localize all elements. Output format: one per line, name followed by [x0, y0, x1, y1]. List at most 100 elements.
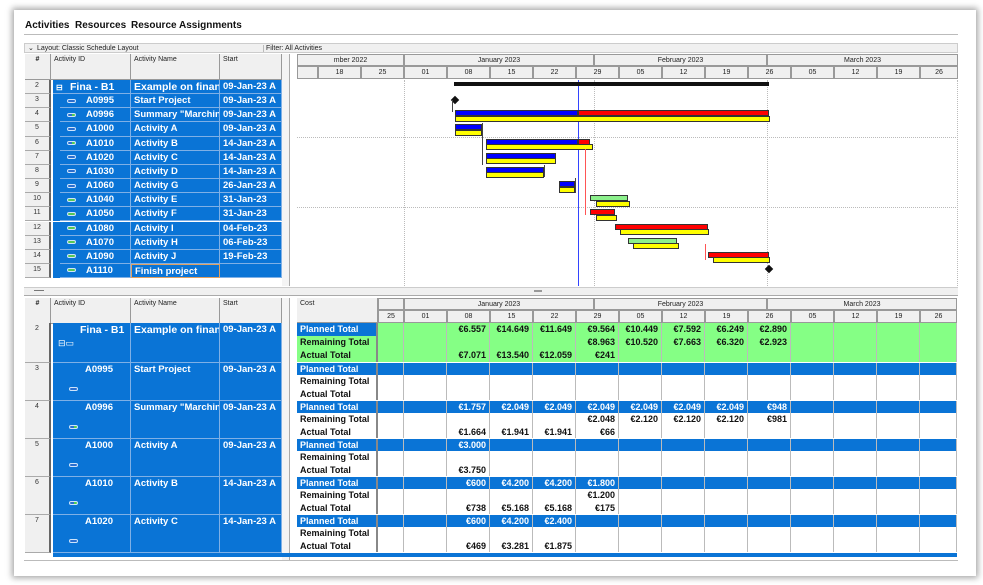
start-date-cell[interactable]: 19-Feb-23	[220, 249, 282, 264]
table-row[interactable]: A1020 Activity C 14-Jan-23 A	[53, 514, 282, 553]
activity-name-cell[interactable]: Activity B	[131, 476, 220, 515]
gantt-bar[interactable]	[486, 172, 544, 179]
table-row[interactable]: A1020 Activity C 14-Jan-23 A	[53, 150, 282, 165]
activity-name-cell[interactable]: Summary "Marching	[131, 400, 220, 439]
table-row[interactable]: A1010 Activity B 14-Jan-23 A	[53, 136, 282, 151]
start-date-cell[interactable]: 09-Jan-23 A	[220, 94, 282, 109]
start-date-cell[interactable]: 31-Jan-23	[220, 193, 282, 208]
table-row[interactable]: A1060 Activity G 26-Jan-23 A	[53, 179, 282, 194]
gantt-bar[interactable]	[620, 229, 709, 235]
vertical-scrollbar[interactable]	[282, 298, 290, 560]
activity-id-cell[interactable]: A1090	[60, 249, 131, 264]
start-date-cell[interactable]: 14-Jan-23 A	[220, 476, 282, 515]
layout-label[interactable]: Layout: Classic Schedule Layout	[37, 45, 139, 52]
splitter-handle-icon[interactable]	[34, 290, 44, 291]
table-row[interactable]: A0995 Start Project 09-Jan-23 A	[53, 362, 282, 401]
table-row[interactable]: A1030 Activity D 14-Jan-23 A	[53, 164, 282, 180]
activity-id-cell[interactable]: A1110	[60, 263, 131, 279]
column-header-start[interactable]: Start	[220, 298, 282, 324]
gantt-bar[interactable]	[455, 115, 770, 122]
activity-id-cell[interactable]: ⊟ Fina - B1	[53, 80, 131, 95]
activity-name-cell[interactable]: Summary "Marching	[131, 108, 220, 123]
filter-label[interactable]: Filter: All Activities	[263, 45, 322, 52]
column-header-cost[interactable]: Cost	[297, 298, 378, 323]
activity-id-cell[interactable]: A1020	[60, 514, 131, 553]
start-date-cell[interactable]: 09-Jan-23 A	[220, 108, 282, 123]
column-header-start[interactable]: Start	[220, 54, 282, 80]
activity-id-cell[interactable]: A1070	[60, 235, 131, 250]
activity-id-cell[interactable]: A1040	[60, 193, 131, 208]
activity-id-cell[interactable]: A1080	[60, 221, 131, 236]
start-date-cell[interactable]	[220, 263, 282, 279]
activity-id-cell[interactable]: A1050	[60, 207, 131, 222]
start-date-cell[interactable]: 09-Jan-23 A	[220, 438, 282, 477]
activity-name-cell[interactable]: Activity A	[131, 438, 220, 477]
table-row[interactable]: A1000 Activity A 09-Jan-23 A	[53, 438, 282, 477]
gantt-bar[interactable]	[486, 158, 556, 165]
start-date-cell[interactable]: 14-Jan-23 A	[220, 136, 282, 151]
start-date-cell[interactable]: 09-Jan-23 A	[220, 80, 282, 95]
tab-resources[interactable]: Resources	[75, 20, 126, 31]
activity-name-cell[interactable]: Finish project	[131, 263, 220, 279]
activity-id-cell[interactable]: A1010	[60, 476, 131, 515]
chevron-down-icon[interactable]: ⌄	[28, 44, 34, 52]
activity-id-cell[interactable]: A1000	[60, 122, 131, 137]
activity-name-cell[interactable]: Activity D	[131, 164, 220, 180]
summary-bar[interactable]	[454, 82, 769, 86]
splitter-handle-icon[interactable]	[534, 290, 542, 292]
table-row[interactable]: A1110 Finish project	[53, 263, 282, 279]
pane-splitter[interactable]	[24, 287, 958, 296]
activity-id-cell[interactable]: A1060	[60, 179, 131, 194]
table-row[interactable]: A1010 Activity B 14-Jan-23 A	[53, 476, 282, 515]
activity-name-cell[interactable]: Activity J	[131, 249, 220, 264]
column-header-num[interactable]: #	[25, 54, 51, 80]
column-header-activity-id[interactable]: Activity ID	[51, 54, 131, 80]
table-row[interactable]: A1070 Activity H 06-Feb-23	[53, 235, 282, 250]
activity-name-cell[interactable]: Activity C	[131, 514, 220, 553]
activity-id-cell[interactable]: A1010	[60, 136, 131, 151]
activity-name-cell[interactable]: Activity I	[131, 221, 220, 236]
vertical-scrollbar[interactable]	[282, 54, 290, 286]
start-date-cell[interactable]: 14-Jan-23 A	[220, 514, 282, 553]
activity-id-cell[interactable]: A0995	[60, 94, 131, 109]
table-row[interactable]: A1000 Activity A 09-Jan-23 A	[53, 122, 282, 137]
activity-id-cell[interactable]: A1000	[60, 438, 131, 477]
tab-activities[interactable]: Activities	[25, 20, 69, 31]
gantt-bar[interactable]	[559, 186, 575, 193]
table-row[interactable]: Fina - B1 ⊟▭ Example on financ 09-Jan-23 A	[53, 323, 282, 363]
gantt-bar[interactable]	[596, 200, 630, 207]
activity-name-cell[interactable]: Activity H	[131, 235, 220, 250]
activity-name-cell[interactable]: Start Project	[131, 94, 220, 109]
activity-name-cell[interactable]: Example on financ	[131, 80, 220, 95]
activity-name-cell[interactable]: Example on financ	[131, 323, 220, 363]
activity-id-cell[interactable]: A1020	[60, 150, 131, 165]
start-date-cell[interactable]: 09-Jan-23 A	[220, 362, 282, 401]
activity-id-cell[interactable]: A0996	[60, 108, 131, 123]
table-row[interactable]: ⊟ Fina - B1 Example on financ 09-Jan-23 A	[53, 80, 282, 95]
start-date-cell[interactable]: 04-Feb-23	[220, 221, 282, 236]
activity-name-cell[interactable]: Start Project	[131, 362, 220, 401]
activity-id-cell[interactable]: A1030	[60, 164, 131, 180]
gantt-bar[interactable]	[596, 214, 617, 221]
column-header-activity-name[interactable]: Activity Name	[131, 54, 220, 80]
start-date-cell[interactable]: 06-Feb-23	[220, 235, 282, 250]
table-row[interactable]: A1040 Activity E 31-Jan-23	[53, 193, 282, 208]
activity-name-cell[interactable]: Activity A	[131, 122, 220, 137]
table-row[interactable]: A0995 Start Project 09-Jan-23 A	[53, 94, 282, 109]
table-row[interactable]: A1050 Activity F 31-Jan-23	[53, 207, 282, 222]
activity-id-cell[interactable]: A0995	[60, 362, 131, 401]
start-date-cell[interactable]: 09-Jan-23 A	[220, 323, 282, 363]
activity-name-cell[interactable]: Activity C	[131, 150, 220, 165]
start-date-cell[interactable]: 31-Jan-23	[220, 207, 282, 222]
start-date-cell[interactable]: 09-Jan-23 A	[220, 400, 282, 439]
activity-id-cell[interactable]: A0996	[60, 400, 131, 439]
start-date-cell[interactable]: 14-Jan-23 A	[220, 150, 282, 165]
activity-name-cell[interactable]: Activity B	[131, 136, 220, 151]
start-date-cell[interactable]: 14-Jan-23 A	[220, 164, 282, 180]
gantt-bar[interactable]	[455, 129, 482, 136]
gantt-bar[interactable]	[486, 144, 593, 151]
table-row[interactable]: A1080 Activity I 04-Feb-23	[53, 221, 282, 236]
table-row[interactable]: A0996 Summary "Marching 09-Jan-23 A	[53, 108, 282, 123]
gantt-bar[interactable]	[713, 257, 770, 264]
tab-resource-assignments[interactable]: Resource Assignments	[131, 20, 242, 31]
